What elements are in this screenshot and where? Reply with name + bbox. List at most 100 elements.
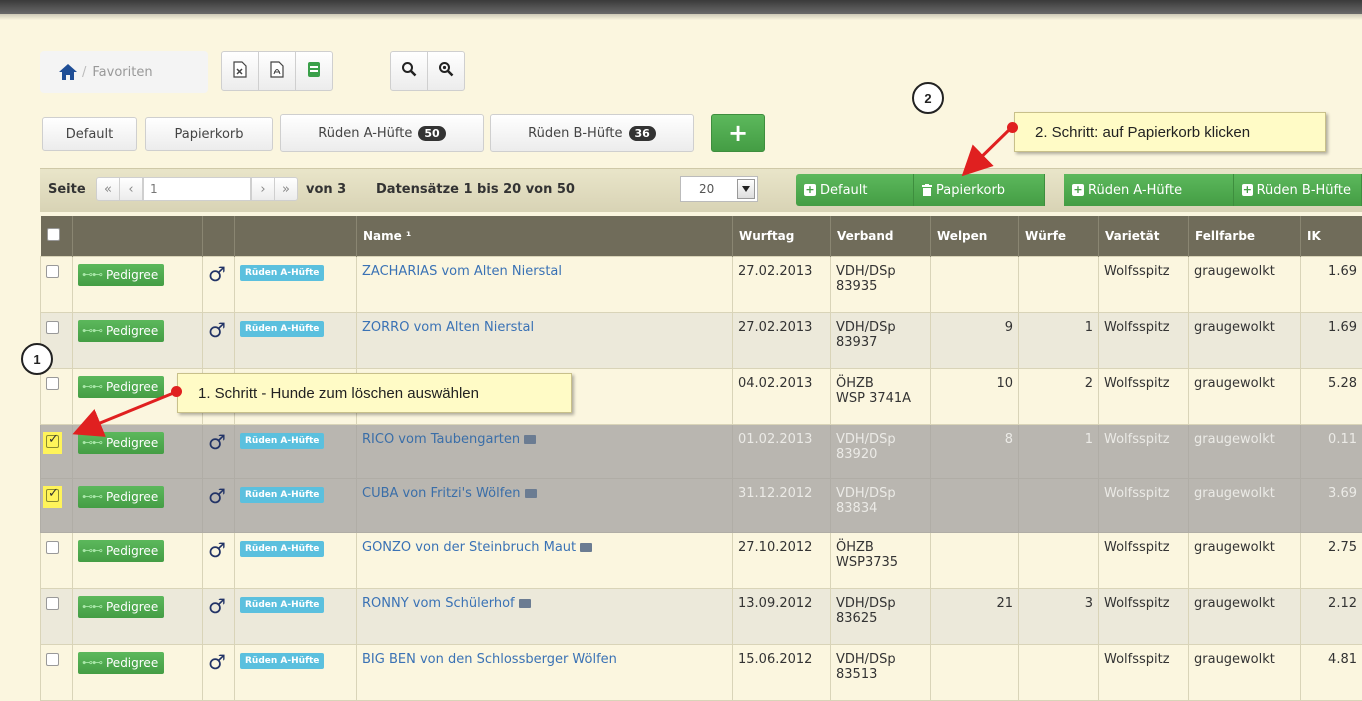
pager-next-button[interactable]: › [251,177,275,201]
checkbox-cell[interactable] [41,588,73,644]
column-header-verband[interactable]: Verband [831,216,931,256]
view-papierkorb-button[interactable]: Papierkorb [145,117,273,151]
dog-name-link[interactable]: RONNY vom Schülerhof [362,596,515,611]
pedigree-button[interactable]: ⊷⊷Pedigree [78,486,164,508]
row-checkbox[interactable] [46,653,59,666]
table-row[interactable]: ⊷⊷Pedigree♂Rüden A-HüfteCUBA von Fritzi'… [41,478,1362,532]
pedigree-button[interactable]: ⊷⊷Pedigree [78,652,164,674]
table-row[interactable]: ⊷⊷Pedigree♂Rüden A-HüfteRICO vom Taubeng… [41,424,1362,478]
move-to-default-button[interactable]: +Default [796,174,914,206]
select-all-header[interactable] [41,216,73,256]
excel-export-button[interactable] [221,51,259,91]
column-header-wuerfe[interactable]: Würfe [1019,216,1099,256]
move-rueden-a-label: Rüden A-Hüfte [1088,183,1182,198]
pedigree-button[interactable]: ⊷⊷Pedigree [78,376,164,398]
pedigree-cell: ⊷⊷Pedigree [73,478,203,532]
tag-label-badge[interactable]: Rüden A-Hüfte [240,653,324,669]
view-default-button[interactable]: Default [42,117,137,151]
dog-name-link[interactable]: CUBA von Fritzi's Wölfen [362,486,521,501]
checkbox-cell[interactable] [41,644,73,700]
table-row[interactable]: ⊷⊷Pedigree♂Rüden A-HüfteGONZO von der St… [41,532,1362,588]
plus-icon: + [728,119,748,147]
camera-icon[interactable] [524,435,536,444]
column-header-wurftag[interactable]: Wurftag [733,216,831,256]
row-checkbox[interactable] [46,265,59,278]
dog-name-link[interactable]: ZORRO vom Alten Nierstal [362,320,534,335]
name-cell: RICO vom Taubengarten [357,424,733,478]
row-checkbox[interactable] [46,377,59,390]
tag-cell: Rüden A-Hüfte [235,532,357,588]
csv-export-button[interactable] [295,51,333,91]
breadcrumb-favoriten[interactable]: Favoriten [92,65,152,80]
checkbox-cell[interactable] [41,532,73,588]
table-row[interactable]: ⊷⊷Pedigree♂Rüden A-HüfteZACHARIAS vom Al… [41,256,1362,312]
search-icon [401,61,417,81]
tag-label-badge[interactable]: Rüden A-Hüfte [240,321,324,337]
camera-icon[interactable] [525,489,537,498]
pedigree-button[interactable]: ⊷⊷Pedigree [78,540,164,562]
camera-icon[interactable] [519,599,531,608]
table-row[interactable]: ⊷⊷Pedigree♂Rüden A-HüfteRONNY vom Schüle… [41,588,1362,644]
tag-label-badge[interactable]: Rüden A-Hüfte [240,433,324,449]
wurftag-cell: 01.02.2013 [733,424,831,478]
wuerfe-cell [1019,256,1099,312]
per-page-value: 20 [699,182,714,196]
checkbox-cell[interactable] [41,256,73,312]
move-to-rueden-b-button[interactable]: +Rüden B-Hüfte [1234,174,1362,206]
pedigree-button[interactable]: ⊷⊷Pedigree [78,596,164,618]
add-view-button[interactable]: + [711,114,765,152]
name-cell: ZORRO vom Alten Nierstal [357,312,733,368]
move-to-rueden-a-button[interactable]: +Rüden A-Hüfte [1064,174,1234,206]
page-number-input[interactable] [143,177,251,201]
row-checkbox[interactable] [46,541,59,554]
row-checkbox[interactable] [46,489,59,502]
tag-label-badge[interactable]: Rüden A-Hüfte [240,487,324,503]
search-button[interactable] [390,51,428,91]
pdf-export-button[interactable] [258,51,296,91]
column-header-welpen[interactable]: Welpen [931,216,1019,256]
tag-label-badge[interactable]: Rüden A-Hüfte [240,541,324,557]
pedigree-button[interactable]: ⊷⊷Pedigree [78,320,164,342]
search-reset-button[interactable] [427,51,465,91]
select-all-checkbox[interactable] [47,228,60,241]
column-header-fellfarbe[interactable]: Fellfarbe [1189,216,1301,256]
view-rueden-b-huefte-button[interactable]: Rüden B-Hüfte 36 [490,114,694,152]
pedigree-button[interactable]: ⊷⊷Pedigree [78,432,164,454]
column-header-name[interactable]: Name ¹ [357,216,733,256]
pedigree-button[interactable]: ⊷⊷Pedigree [78,264,164,286]
breadcrumb: / Favoriten [40,51,208,93]
tag-cell: Rüden A-Hüfte [235,644,357,700]
pager-last-button[interactable]: » [274,177,298,201]
dog-name-link[interactable]: BIG BEN von den Schlossberger Wölfen [362,652,617,667]
column-header-ik[interactable]: IK [1301,216,1362,256]
row-checkbox[interactable] [46,321,59,334]
dog-name-link[interactable]: RICO vom Taubengarten [362,432,520,447]
column-header-varietaet[interactable]: Varietät [1099,216,1189,256]
view-rueden-a-label: Rüden A-Hüfte [318,126,412,141]
home-icon[interactable] [58,63,78,81]
ik-cell: 3.69 [1301,478,1362,532]
male-icon: ♂ [208,650,226,674]
pager-prev-button[interactable]: ‹ [119,177,143,201]
checkbox-cell[interactable] [41,368,73,424]
fellfarbe-cell: graugewolkt [1189,312,1301,368]
row-checkbox[interactable] [46,435,59,448]
wurftag-cell: 31.12.2012 [733,478,831,532]
camera-icon[interactable] [580,543,592,552]
table-row[interactable]: ⊷⊷Pedigree♂Rüden A-HüfteZORRO vom Alten … [41,312,1362,368]
checkbox-cell[interactable] [41,478,73,532]
row-checkbox[interactable] [46,597,59,610]
move-to-papierkorb-button[interactable]: Papierkorb [914,174,1045,206]
view-rueden-a-huefte-button[interactable]: Rüden A-Hüfte 50 [280,114,484,152]
dog-name-link[interactable]: ZACHARIAS vom Alten Nierstal [362,264,562,279]
dog-name-link[interactable]: GONZO von der Steinbruch Maut [362,540,576,555]
pager-first-button[interactable]: « [96,177,120,201]
tag-label-badge[interactable]: Rüden A-Hüfte [240,265,324,281]
tag-cell: Rüden A-Hüfte [235,588,357,644]
varietaet-cell: Wolfsspitz [1099,644,1189,700]
tag-label-badge[interactable]: Rüden A-Hüfte [240,597,324,613]
checkbox-cell[interactable] [41,424,73,478]
step1-number: 1 [33,352,40,367]
table-row[interactable]: ⊷⊷Pedigree ♂ Rüden A-Hüfte BIG BEN von den … [41,644,1362,700]
per-page-select[interactable]: 20 [680,176,758,202]
